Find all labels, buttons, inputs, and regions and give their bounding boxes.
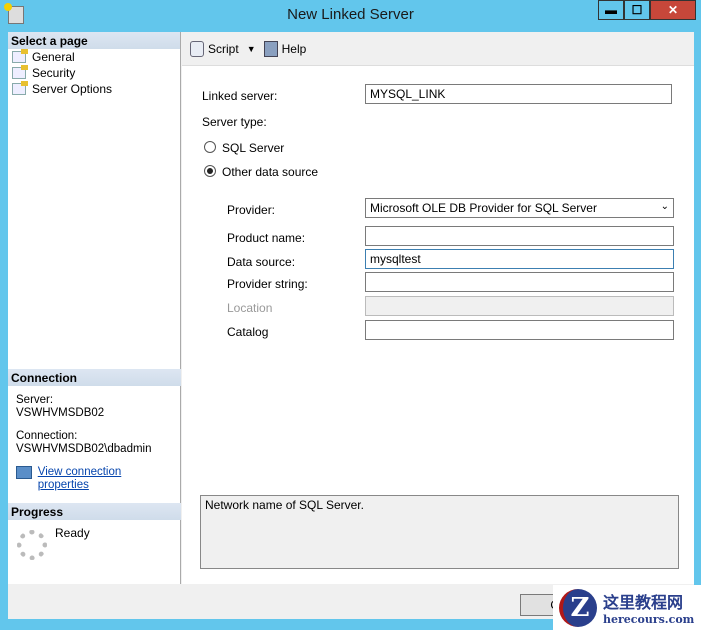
window-title: New Linked Server [287, 6, 414, 23]
server-label: Server: [16, 394, 54, 406]
watermark-url: herecours.com [603, 613, 695, 626]
connection-value: VSWHVMSDB02\dbadmin [16, 443, 152, 455]
server-type-label: Server type: [202, 115, 267, 129]
watermark-z-icon: Z [559, 588, 597, 627]
connection-label: Connection: [16, 430, 78, 442]
other-data-source-label: Other data source [222, 165, 319, 179]
watermark-title: 这里教程网 [603, 593, 684, 612]
minimize-button[interactable]: ▬ [598, 0, 624, 20]
toolbar: Script ▼ Help [182, 32, 694, 66]
data-source-label: Data source: [227, 255, 296, 269]
location-label: Location [227, 301, 273, 315]
provider-select[interactable]: Microsoft OLE DB Provider for SQL Server… [365, 198, 674, 218]
sidebar-item-general[interactable]: General [8, 49, 180, 65]
sql-server-radio[interactable] [204, 141, 216, 153]
description-panel: Network name of SQL Server. [200, 495, 679, 569]
maximize-button[interactable]: ☐ [624, 0, 650, 20]
catalog-input[interactable] [365, 320, 674, 340]
provider-value: Microsoft OLE DB Provider for SQL Server [370, 201, 597, 215]
script-label: Script [208, 41, 239, 56]
help-label: Help [281, 41, 307, 56]
location-input [365, 296, 674, 316]
dialog-client: Select a page General Security Server Op… [8, 32, 694, 619]
progress-section: Progress Ready [8, 503, 181, 560]
general-page: Script ▼ Help Linked server: MYSQL_LINK … [182, 32, 694, 584]
sidebar-item-label: General [32, 50, 75, 64]
sql-server-label: SQL Server [222, 141, 285, 155]
sidebar-item-label: Security [32, 66, 76, 80]
help-button[interactable]: Help [263, 40, 307, 57]
help-icon [263, 40, 278, 57]
script-icon [190, 40, 204, 57]
product-name-label: Product name: [227, 231, 306, 245]
sidebar-item-label: Server Options [32, 82, 113, 96]
watermark-logo: Z 这里教程网 herecours.com [553, 585, 701, 630]
close-button[interactable]: ✕ [650, 0, 696, 20]
connection-properties-icon [16, 466, 32, 479]
provider-string-input[interactable] [365, 272, 674, 292]
server-value: VSWHVMSDB02 [16, 407, 105, 419]
data-source-input[interactable]: mysqltest [365, 249, 674, 269]
sidebar-item-server-options[interactable]: Server Options [8, 81, 180, 97]
provider-string-label: Provider string: [227, 277, 308, 291]
linked-server-input[interactable]: MYSQL_LINK [365, 84, 672, 104]
page-icon [12, 65, 28, 79]
title-bar: New Linked Server ▬ ☐ ✕ [0, 0, 701, 32]
sidebar-item-security[interactable]: Security [8, 65, 180, 81]
chevron-down-icon: ⌄ [660, 201, 669, 212]
page-icon [12, 81, 28, 95]
select-page-header: Select a page [8, 32, 180, 49]
sidebar: Select a page General Security Server Op… [8, 32, 181, 584]
provider-label: Provider: [227, 203, 276, 217]
progress-status: Ready [55, 526, 90, 540]
page-icon [12, 49, 28, 63]
linked-server-label: Linked server: [202, 89, 278, 103]
connection-section: Connection Server: VSWHVMSDB02 Connectio… [8, 369, 181, 492]
script-button[interactable]: Script [190, 40, 239, 57]
progress-spinner-icon [17, 530, 47, 560]
view-connection-properties-link[interactable]: View connection properties [38, 466, 173, 492]
catalog-label: Catalog [227, 325, 269, 339]
progress-header: Progress [8, 503, 181, 520]
connection-header: Connection [8, 369, 181, 386]
script-dropdown-icon[interactable]: ▼ [247, 44, 256, 54]
product-name-input[interactable] [365, 226, 674, 246]
other-data-source-radio[interactable] [204, 165, 216, 177]
